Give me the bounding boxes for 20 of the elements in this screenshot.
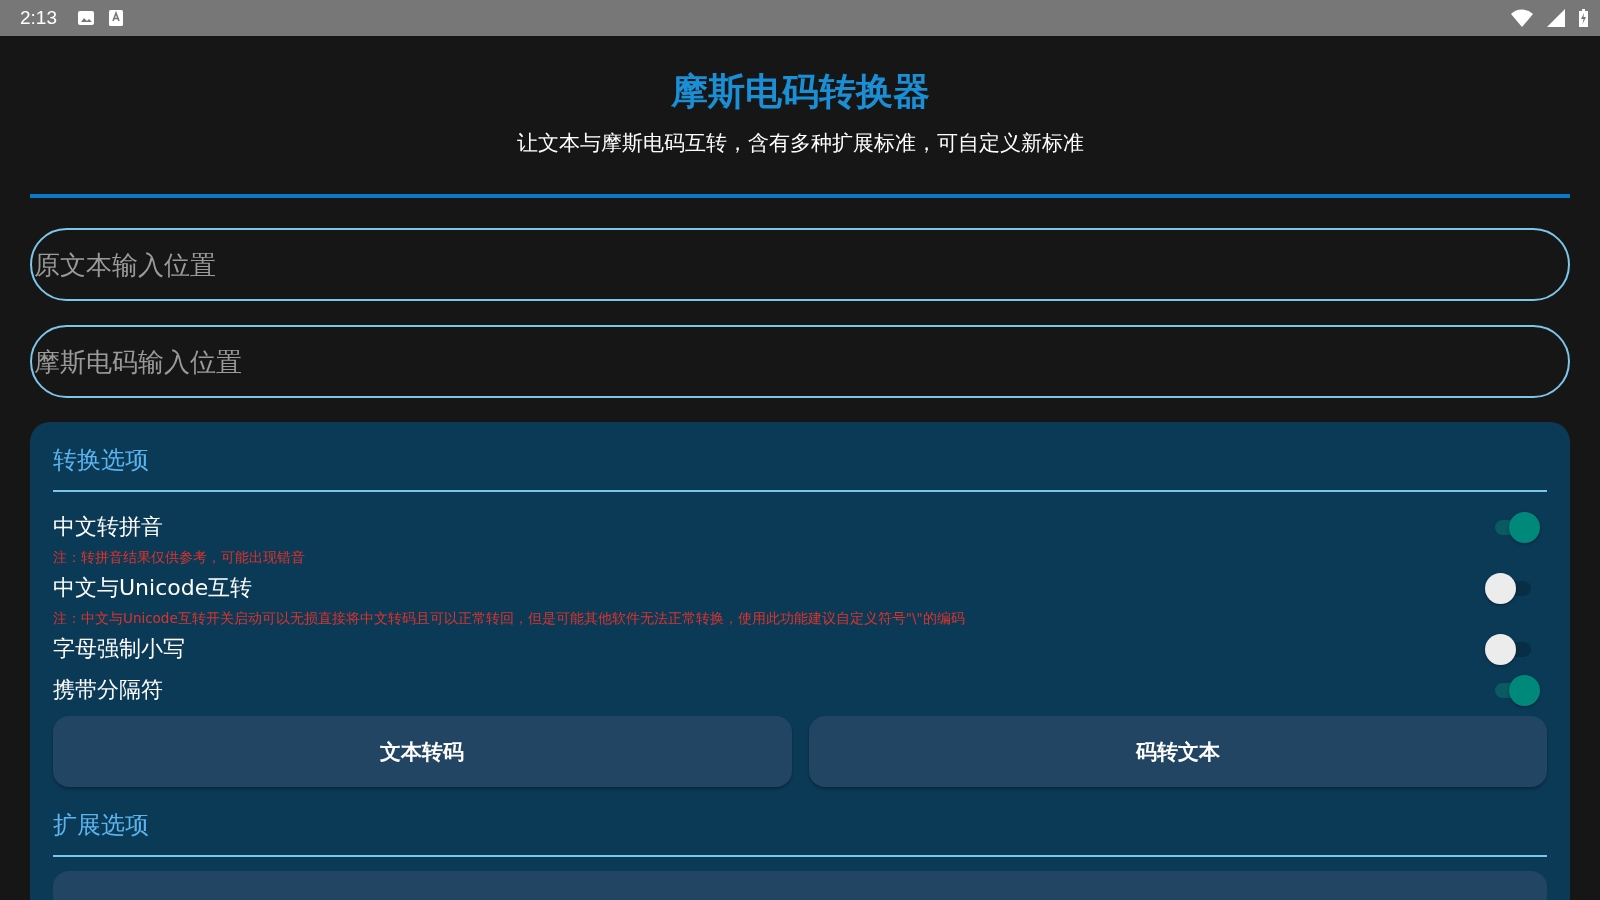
clock-time: 2:13 — [20, 7, 57, 29]
app-title: 摩斯电码转换器 — [669, 69, 931, 115]
text-input-field[interactable]: 原文本输入位置 — [30, 228, 1570, 301]
signal-icon — [1547, 9, 1565, 27]
wifi-icon — [1511, 9, 1533, 27]
app-subtitle: 让文本与摩斯电码互转，含有多种扩展标准，可自定义新标准 — [515, 130, 1085, 157]
option-label: 中文与Unicode互转 — [53, 573, 253, 602]
action-button[interactable]: 码转文本 — [808, 716, 1547, 787]
option-label: 字母强制小写 — [53, 634, 185, 663]
note-text: 注：中文与Unicode互转开关启动可以无损直接将中文转码且可以正常转回，但是可能其他软件无法正常转换，使用此功能建议自定义符号"\"的编码 — [53, 609, 966, 628]
image-icon — [77, 10, 95, 26]
option-label: 携带分隔符 — [53, 675, 163, 704]
text-input-field[interactable]: 摩斯电码输入位置 — [30, 325, 1570, 398]
section-heading: 转换选项 — [53, 445, 150, 476]
battery-charging-icon — [1579, 9, 1588, 27]
option-label: 中文转拼音 — [53, 512, 163, 541]
note-text: 注：转拼音结果仅供参考，可能出现错音 — [53, 548, 306, 567]
keyboard-a-icon — [109, 10, 123, 26]
section-heading: 扩展选项 — [53, 810, 150, 841]
action-button[interactable]: 文本转码 — [53, 716, 792, 787]
